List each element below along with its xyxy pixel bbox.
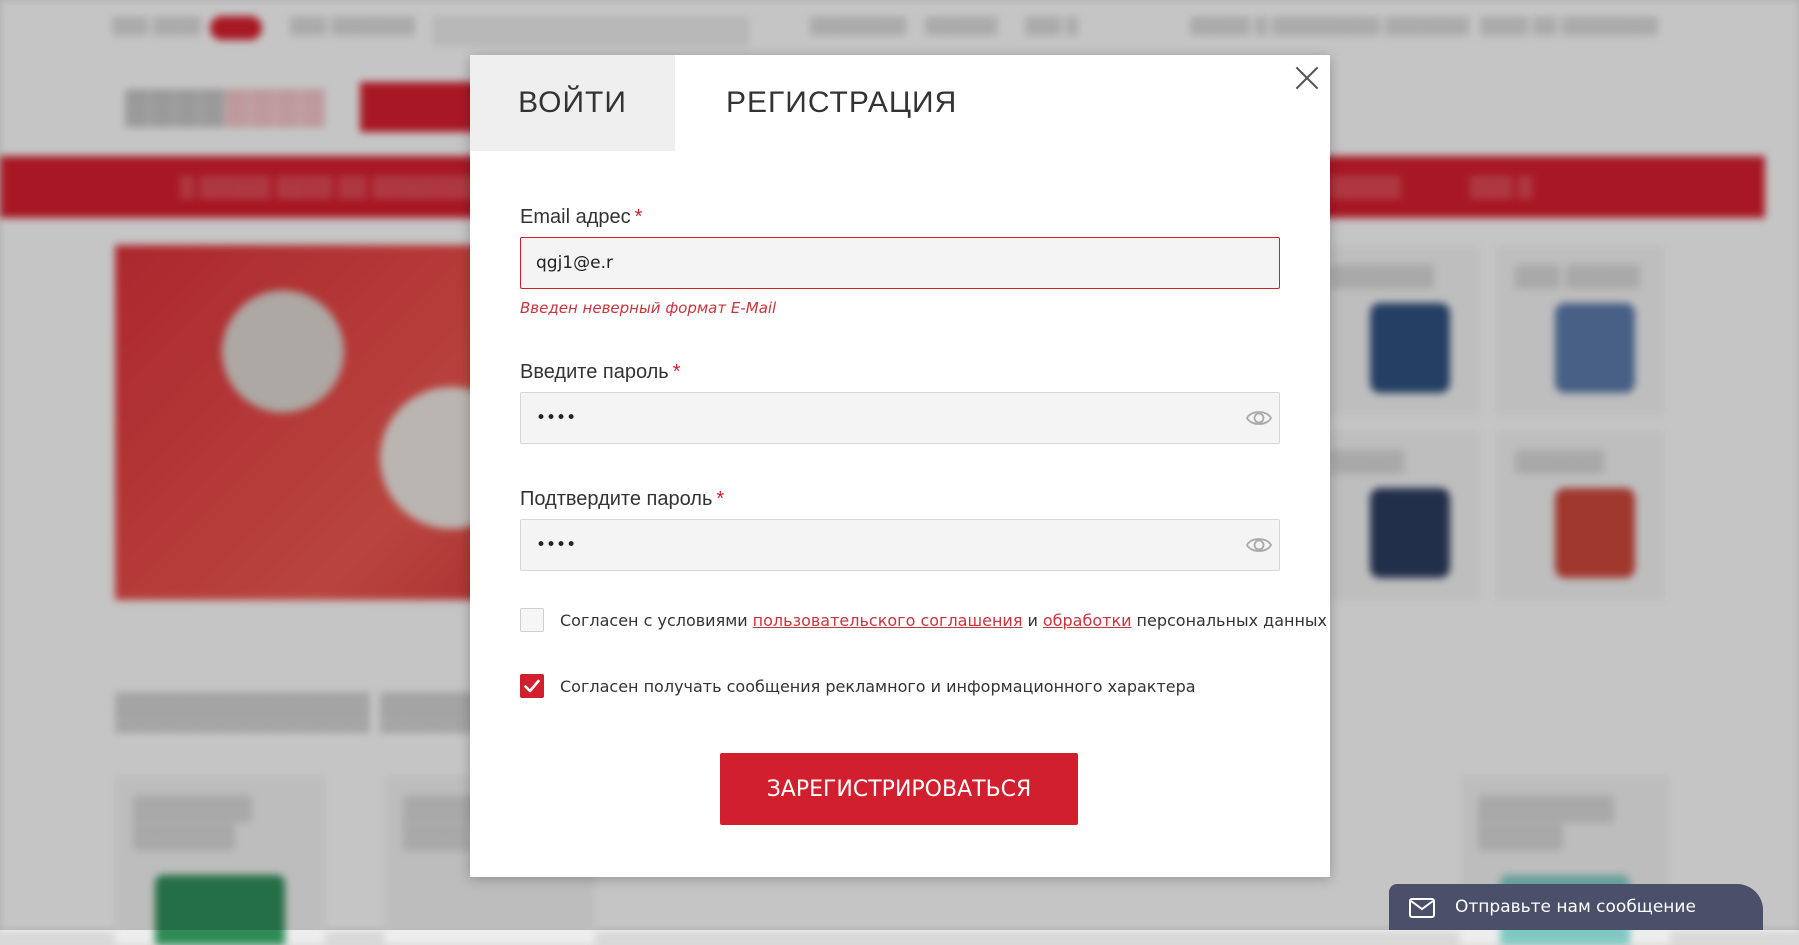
chat-widget[interactable]: Отправьте нам сообщение bbox=[1389, 884, 1763, 930]
password-field[interactable] bbox=[520, 392, 1280, 444]
agreement-text-after: персональных данных bbox=[1136, 610, 1328, 630]
agreement-checkbox[interactable] bbox=[520, 608, 544, 632]
envelope-icon bbox=[1409, 898, 1435, 918]
auth-tabs: ВОЙТИ РЕГИСТРАЦИЯ bbox=[470, 55, 1330, 151]
agreement-text-mid: и bbox=[1027, 610, 1038, 630]
data-processing-link[interactable]: обработки bbox=[1043, 611, 1132, 630]
marketing-text: Согласен получать сообщения рекламного и… bbox=[560, 676, 1196, 696]
eye-icon[interactable] bbox=[1246, 532, 1272, 558]
password-label: Введите пароль * bbox=[520, 361, 681, 384]
tab-login[interactable]: ВОЙТИ bbox=[470, 55, 675, 151]
confirm-password-field[interactable] bbox=[520, 519, 1280, 571]
confirm-password-label-text: Подтвердите пароль bbox=[520, 488, 713, 510]
email-field[interactable] bbox=[520, 237, 1280, 289]
marketing-row: Согласен получать сообщения рекламного и… bbox=[520, 673, 1196, 699]
checkmark-icon bbox=[524, 679, 540, 693]
eye-icon[interactable] bbox=[1246, 405, 1272, 431]
close-icon[interactable] bbox=[1292, 63, 1322, 93]
register-button[interactable]: ЗАРЕГИСТРИРОВАТЬСЯ bbox=[720, 753, 1078, 825]
email-label: Email адрес * bbox=[520, 206, 642, 229]
agreement-text-before: Согласен с условиями bbox=[560, 610, 748, 630]
chat-widget-label: Отправьте нам сообщение bbox=[1455, 897, 1696, 917]
marketing-checkbox[interactable] bbox=[520, 674, 544, 698]
email-label-text: Email адрес bbox=[520, 206, 631, 228]
required-mark: * bbox=[634, 206, 643, 228]
required-mark: * bbox=[672, 361, 681, 383]
confirm-password-label: Подтвердите пароль * bbox=[520, 488, 724, 511]
agreement-row: Согласен с условиями пользовательского с… bbox=[520, 607, 1327, 633]
user-agreement-link[interactable]: пользовательского соглашения bbox=[753, 611, 1023, 630]
password-label-text: Введите пароль bbox=[520, 361, 669, 383]
tab-register[interactable]: РЕГИСТРАЦИЯ bbox=[726, 55, 957, 151]
auth-modal: ВОЙТИ РЕГИСТРАЦИЯ Email адрес* Введен не… bbox=[470, 55, 1330, 877]
required-mark: * bbox=[716, 488, 725, 510]
email-error-text: Введен неверный формат E-Mail bbox=[520, 299, 777, 317]
